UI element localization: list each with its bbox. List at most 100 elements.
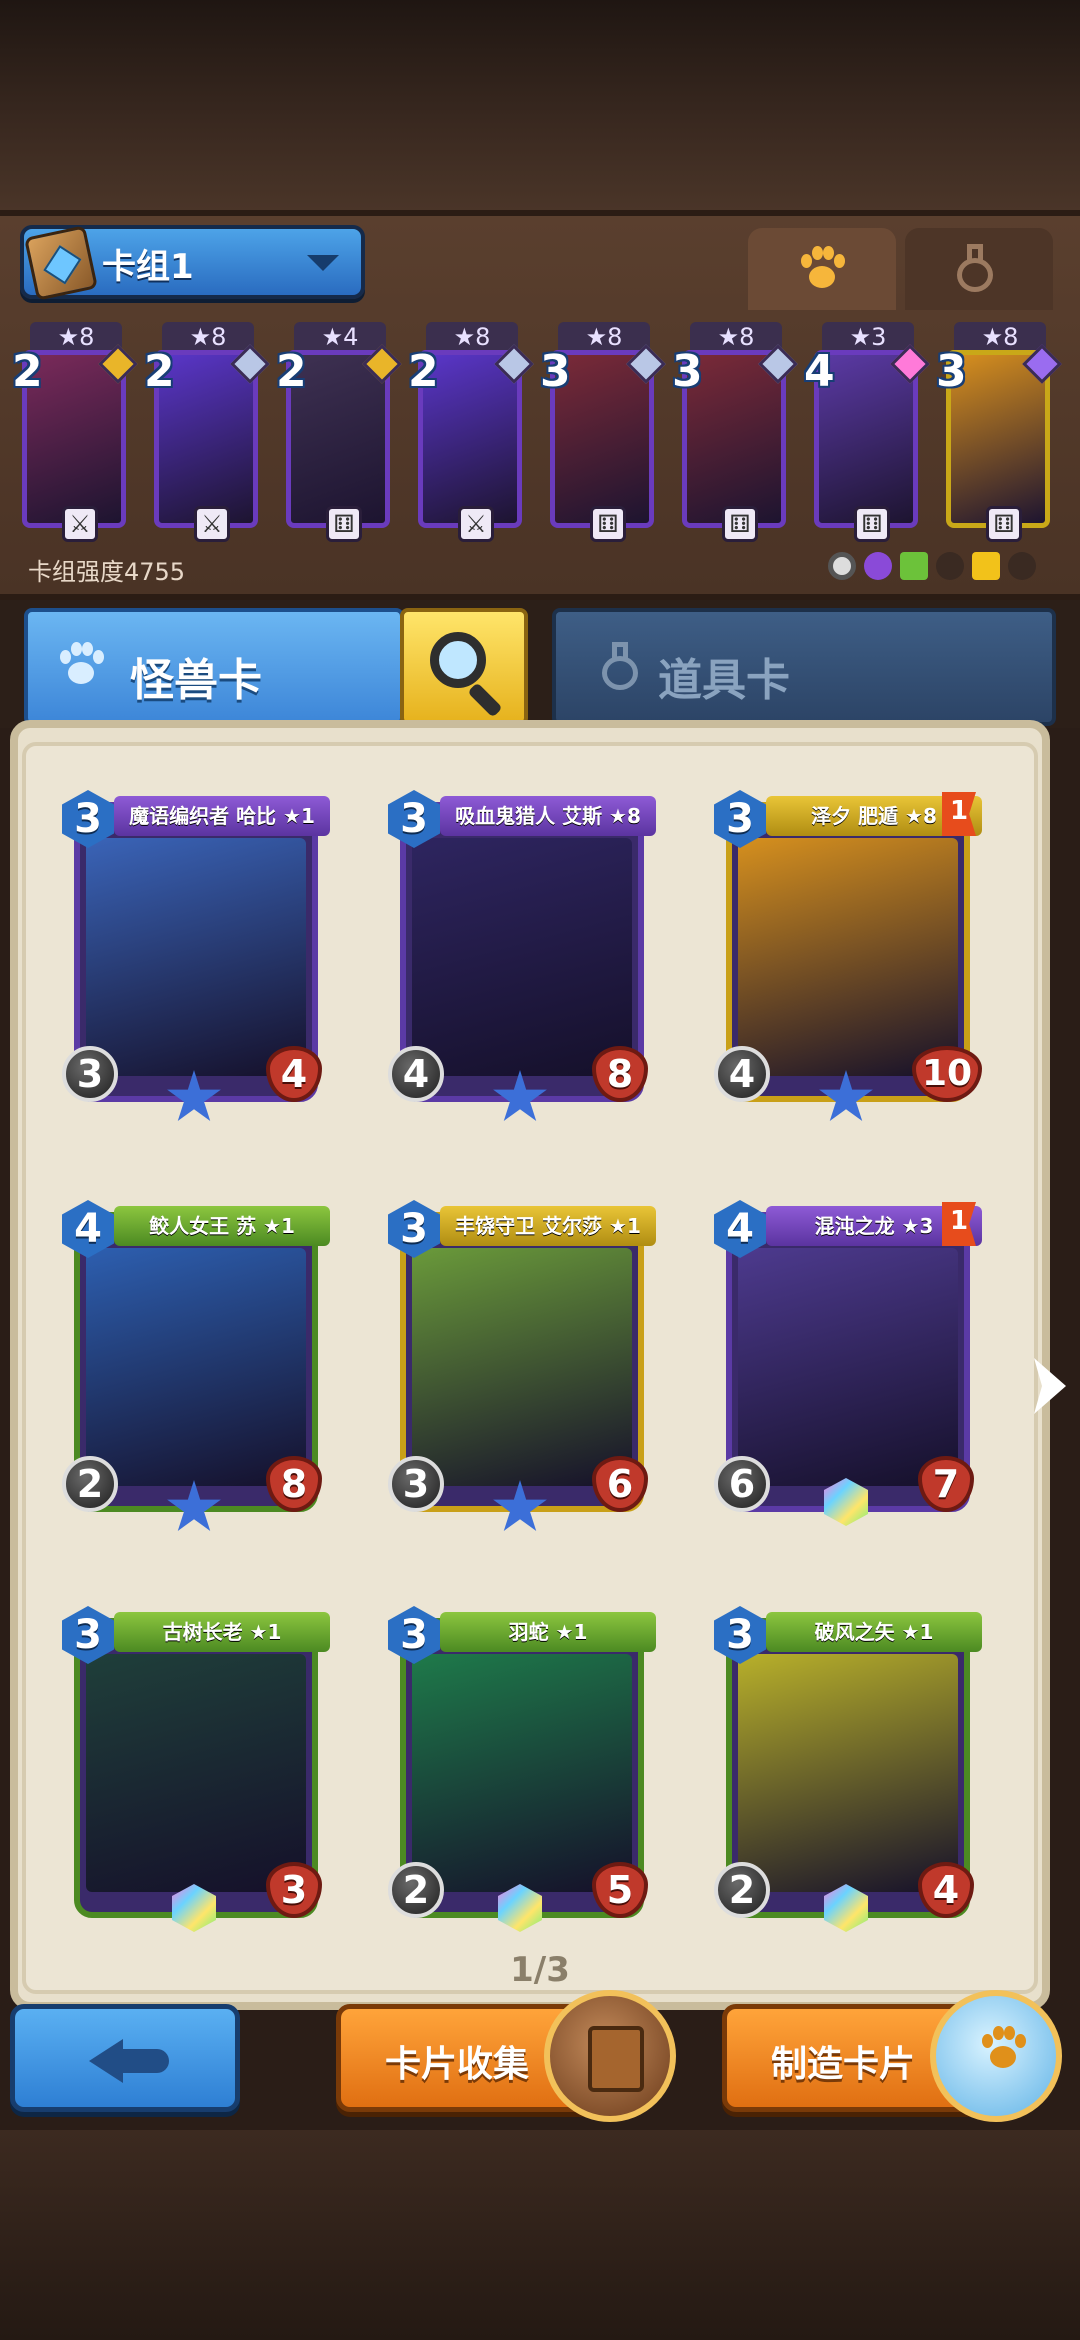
collection-card[interactable]: 破风之矢 ★1 3 2 4 — [714, 1606, 982, 1942]
deck-card[interactable]: ★8 2 ⚔ — [12, 322, 138, 542]
card-book-icon[interactable] — [544, 1990, 676, 2122]
potion-icon — [953, 244, 997, 294]
card-attack: 6 — [714, 1456, 770, 1512]
card-cost: 4 — [804, 346, 835, 397]
card-cost: 2 — [144, 346, 175, 397]
tab-monster-deck[interactable] — [748, 228, 896, 310]
card-stars: ★4 — [294, 322, 386, 352]
card-collection-label: 卡片收集 — [385, 2044, 530, 2085]
sword-icon: ⚔ — [62, 506, 98, 542]
paw-icon — [58, 642, 104, 688]
tab-monster-cards[interactable]: 怪兽卡 — [24, 608, 404, 726]
tribe-icons — [828, 552, 1058, 582]
top-background — [0, 0, 1080, 210]
card-name: 魔语编织者 哈比 ★1 — [114, 796, 330, 836]
collection-card[interactable]: 羽蛇 ★1 3 2 5 — [388, 1606, 656, 1942]
page-indicator: 1/3 — [510, 1950, 570, 1990]
collection-card[interactable]: 古树长老 ★1 3 3 — [62, 1606, 330, 1942]
card-stars: ★8 — [162, 322, 254, 352]
card-stars: ★8 — [954, 322, 1046, 352]
deck-card-row: ★8 2 ⚔ ★8 2 ⚔ ★4 2 ⚅ ★8 2 ⚔ ★8 3 ⚅ ★8 3 ⚅ ★3 4 ⚅ ★8 3 ⚅ — [12, 322, 1072, 542]
paw-jar-icon[interactable] — [930, 1990, 1062, 2122]
back-button[interactable] — [10, 2004, 240, 2112]
tab-monster-label: 怪兽卡 — [130, 655, 262, 706]
beast-tribe-icon — [936, 552, 964, 580]
card-name: 古树长老 ★1 — [114, 1612, 330, 1652]
card-attack: 4 — [714, 1046, 770, 1102]
dice-icon: ⚅ — [326, 506, 362, 542]
collection-card[interactable]: 混沌之龙 ★3 4 6 7 1 — [714, 1200, 982, 1536]
collection-card[interactable]: 丰饶守卫 艾尔莎 ★1 3 3 6 — [388, 1200, 656, 1536]
dice-icon: ⚅ — [986, 506, 1022, 542]
tab-item-cards[interactable]: 道具卡 — [552, 608, 1056, 726]
sword-icon: ⚔ — [194, 506, 230, 542]
card-attack: 3 — [62, 1046, 118, 1102]
sword-icon: ⚔ — [458, 506, 494, 542]
card-attack: 2 — [714, 1862, 770, 1918]
card-attack: 2 — [62, 1456, 118, 1512]
arcane-tribe-icon — [864, 552, 892, 580]
card-cost: 2 — [12, 346, 43, 397]
neutral-tribe-icon — [828, 552, 856, 580]
card-health: 10 — [912, 1046, 982, 1102]
card-stars: ★8 — [690, 322, 782, 352]
deck-dropdown[interactable]: 卡组1 — [20, 225, 365, 301]
deck-card[interactable]: ★3 4 ⚅ — [804, 322, 930, 542]
card-art — [738, 1248, 958, 1486]
collection-card[interactable]: 魔语编织者 哈比 ★1 3 3 4 — [62, 790, 330, 1126]
chevron-down-icon — [307, 255, 339, 271]
card-name: 吸血鬼猎人 艾斯 ★8 — [440, 796, 656, 836]
nature-tribe-icon — [900, 552, 928, 580]
card-name: 羽蛇 ★1 — [440, 1612, 656, 1652]
deck-card[interactable]: ★8 2 ⚔ — [408, 322, 534, 542]
dice-icon: ⚅ — [722, 506, 758, 542]
card-attack: 4 — [388, 1046, 444, 1102]
search-button[interactable] — [400, 608, 528, 726]
dice-icon: ⚅ — [854, 506, 890, 542]
dice-icon: ⚅ — [590, 506, 626, 542]
card-attack: 2 — [388, 1862, 444, 1918]
card-attack: 3 — [388, 1456, 444, 1512]
card-art — [86, 1248, 306, 1486]
card-stars: ★8 — [426, 322, 518, 352]
search-icon — [430, 632, 486, 688]
card-art — [738, 1654, 958, 1892]
card-stars: ★8 — [30, 322, 122, 352]
card-name: 鲛人女王 苏 ★1 — [114, 1206, 330, 1246]
paw-icon — [799, 246, 845, 292]
card-cost: 2 — [408, 346, 439, 397]
card-stars: ★3 — [822, 322, 914, 352]
deck-card[interactable]: ★8 2 ⚔ — [144, 322, 270, 542]
deck-name: 卡组1 — [102, 247, 194, 287]
card-name: 丰饶守卫 艾尔莎 ★1 — [440, 1206, 656, 1246]
card-art — [86, 838, 306, 1076]
card-cost: 2 — [276, 346, 307, 397]
deck-book-icon — [24, 225, 98, 301]
card-cost: 3 — [540, 346, 571, 397]
fire-tribe-icon — [1008, 552, 1036, 580]
bottom-background — [0, 2130, 1080, 2340]
back-arrow-icon — [89, 2035, 169, 2085]
card-art — [86, 1654, 306, 1892]
card-cost: 3 — [936, 346, 967, 397]
card-art — [738, 838, 958, 1076]
storm-tribe-icon — [972, 552, 1000, 580]
deck-card[interactable]: ★8 3 ⚅ — [540, 322, 666, 542]
deck-strength: 卡组强度4755 — [28, 558, 186, 586]
card-stars: ★8 — [558, 322, 650, 352]
tab-item-label: 道具卡 — [658, 655, 790, 706]
deck-card[interactable]: ★8 3 ⚅ — [672, 322, 798, 542]
card-art — [412, 1248, 632, 1486]
collection-card[interactable]: 吸血鬼猎人 艾斯 ★8 3 4 8 — [388, 790, 656, 1126]
collection-card[interactable]: 泽夕 肥遁 ★8 3 4 10 1 — [714, 790, 982, 1126]
tab-item-deck[interactable] — [905, 228, 1053, 310]
card-art — [412, 838, 632, 1076]
card-name: 破风之矢 ★1 — [766, 1612, 982, 1652]
deck-card[interactable]: ★8 3 ⚅ — [936, 322, 1062, 542]
craft-card-label: 制造卡片 — [771, 2044, 916, 2085]
deck-card[interactable]: ★4 2 ⚅ — [276, 322, 402, 542]
card-cost: 3 — [672, 346, 703, 397]
card-art — [412, 1654, 632, 1892]
collection-card[interactable]: 鲛人女王 苏 ★1 4 2 8 — [62, 1200, 330, 1536]
potion-icon — [598, 642, 642, 694]
